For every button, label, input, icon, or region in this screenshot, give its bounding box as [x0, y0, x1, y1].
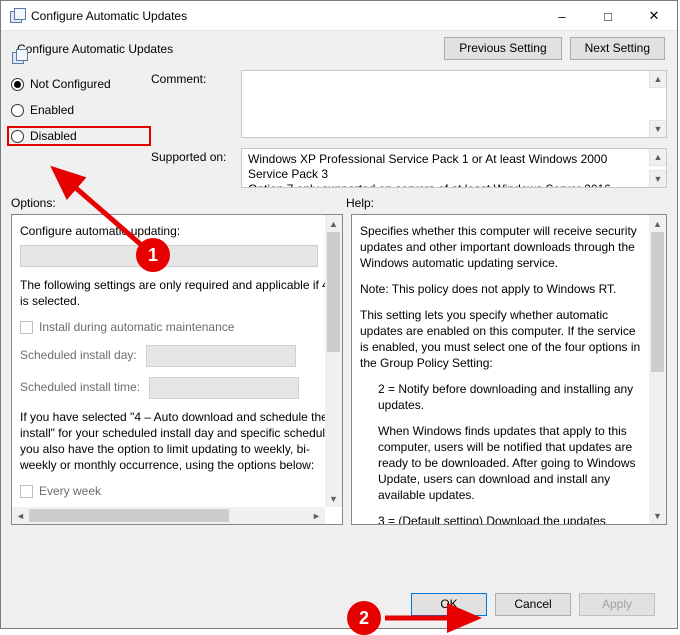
- radio-icon: [11, 130, 24, 143]
- scrollbar-thumb[interactable]: [651, 232, 664, 372]
- maximize-button[interactable]: □: [585, 1, 631, 31]
- help-pane: Specifies whether this computer will rec…: [351, 214, 667, 525]
- supported-on-text: Windows XP Professional Service Pack 1 o…: [248, 152, 614, 188]
- help-text: 3 = (Default setting) Download the updat…: [360, 513, 641, 524]
- scrollbar-thumb[interactable]: [29, 509, 229, 522]
- options-paragraph: If you have selected "4 – Auto download …: [20, 409, 325, 473]
- help-text: Note: This policy does not apply to Wind…: [360, 281, 641, 297]
- next-setting-button[interactable]: Next Setting: [570, 37, 665, 60]
- radio-label: Enabled: [30, 103, 74, 117]
- options-pane: Configure automatic updating: The follow…: [11, 214, 343, 525]
- radio-not-configured[interactable]: Not Configured: [11, 74, 151, 94]
- scroll-left-icon[interactable]: ◄: [12, 507, 29, 524]
- policy-icon: [9, 8, 25, 24]
- help-text: Specifies whether this computer will rec…: [360, 223, 641, 271]
- scroll-right-icon[interactable]: ►: [308, 507, 325, 524]
- radio-enabled[interactable]: Enabled: [11, 100, 151, 120]
- window-title: Configure Automatic Updates: [31, 9, 539, 23]
- help-text: This setting lets you specify whether au…: [360, 307, 641, 371]
- scroll-up-icon[interactable]: ▲: [325, 215, 342, 232]
- help-label: Help:: [346, 196, 667, 210]
- vertical-scrollbar[interactable]: ▲ ▼: [649, 215, 666, 524]
- radio-icon: [11, 78, 24, 91]
- comment-textarea[interactable]: ▲ ▼: [241, 70, 667, 138]
- scroll-down-icon[interactable]: ▼: [649, 170, 666, 187]
- supported-label: Supported on:: [151, 148, 241, 188]
- radio-label: Not Configured: [30, 77, 111, 91]
- scroll-down-icon[interactable]: ▼: [649, 120, 666, 137]
- comment-label: Comment:: [151, 70, 241, 138]
- close-button[interactable]: ✕: [631, 1, 677, 31]
- checkbox-icon: [20, 485, 33, 498]
- vertical-scrollbar[interactable]: ▲ ▼: [325, 215, 342, 507]
- options-note: The following settings are only required…: [20, 277, 325, 309]
- scroll-down-icon[interactable]: ▼: [325, 490, 342, 507]
- supported-on-box: Windows XP Professional Service Pack 1 o…: [241, 148, 667, 188]
- radio-disabled[interactable]: Disabled: [7, 126, 151, 146]
- annotation-arrow-1: [36, 159, 156, 259]
- maintenance-checkbox-row[interactable]: Install during automatic maintenance: [20, 319, 317, 335]
- install-time-label: Scheduled install time:: [20, 380, 140, 394]
- apply-button[interactable]: Apply: [579, 593, 655, 616]
- cancel-button[interactable]: Cancel: [495, 593, 571, 616]
- minimize-button[interactable]: –: [539, 1, 585, 31]
- radio-icon: [11, 104, 24, 117]
- install-time-dropdown[interactable]: [149, 377, 299, 399]
- scroll-up-icon[interactable]: ▲: [649, 215, 666, 232]
- annotation-arrow-2: [381, 603, 491, 633]
- checkbox-icon: [20, 321, 33, 334]
- scrollbar-thumb[interactable]: [327, 232, 340, 352]
- radio-label: Disabled: [30, 129, 77, 143]
- scroll-down-icon[interactable]: ▼: [649, 507, 666, 524]
- help-text: When Windows finds updates that apply to…: [360, 423, 641, 503]
- install-day-label: Scheduled install day:: [20, 348, 137, 362]
- title-bar: Configure Automatic Updates – □ ✕: [1, 1, 677, 31]
- annotation-badge-2: 2: [347, 601, 381, 635]
- scroll-up-icon[interactable]: ▲: [649, 71, 666, 88]
- install-day-row: Scheduled install day:: [20, 345, 317, 367]
- previous-setting-button[interactable]: Previous Setting: [444, 37, 561, 60]
- install-time-row: Scheduled install time:: [20, 377, 317, 399]
- every-week-checkbox-row[interactable]: Every week: [20, 483, 317, 499]
- policy-heading: Configure Automatic Updates: [17, 42, 173, 56]
- horizontal-scrollbar[interactable]: ◄ ►: [12, 507, 325, 524]
- scroll-up-icon[interactable]: ▲: [649, 149, 666, 166]
- install-day-dropdown[interactable]: [146, 345, 296, 367]
- help-text: 2 = Notify before downloading and instal…: [360, 381, 641, 413]
- annotation-badge-1: 1: [136, 238, 170, 272]
